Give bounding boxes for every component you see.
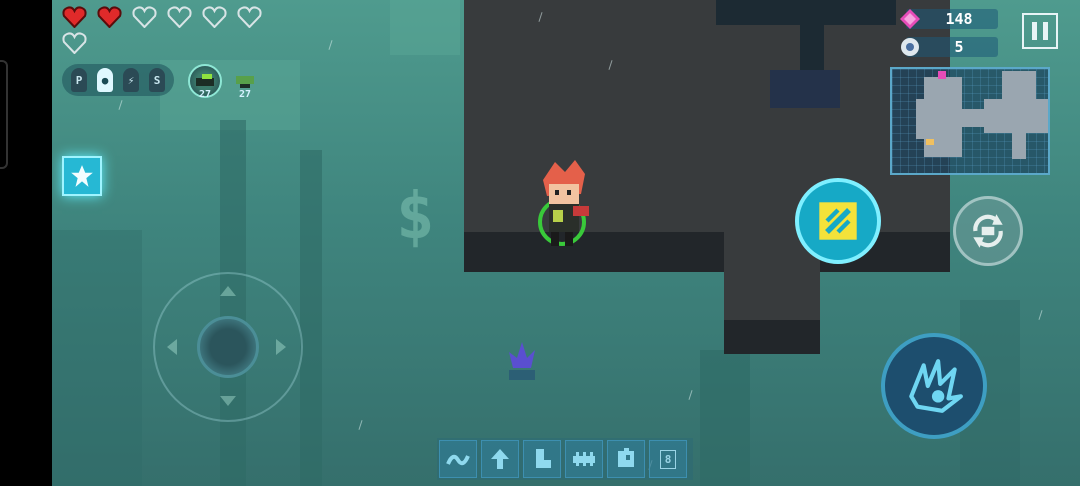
background-foliage (390, 0, 460, 55)
minimap[interactable] (890, 67, 1050, 175)
weapon-swap-button[interactable] (795, 178, 881, 264)
pause-icon (1032, 22, 1037, 40)
heart-empty-icon (132, 6, 157, 28)
heart-empty-icon (237, 6, 262, 28)
hotbar-slot-puzzle[interactable] (607, 440, 645, 478)
background-tree-trunk (700, 350, 750, 486)
dark-tree-roots (770, 70, 840, 108)
weapon-swap-icon (819, 202, 857, 240)
reload-button[interactable] (953, 196, 1023, 266)
follower-slot-1: 27 (188, 64, 222, 100)
arrow-up-icon (491, 449, 509, 469)
reload-cycle-icon (973, 214, 1003, 248)
star-icon (71, 165, 93, 187)
background-tree-trunk (300, 150, 322, 486)
game-viewport[interactable]: $ P ● ⚡ S 27 27 148 5 8 (0, 0, 1080, 486)
item-hotbar: 8 (437, 438, 693, 480)
fence-icon (573, 452, 595, 466)
gem-counter: 148 (900, 9, 998, 29)
dungeon-corridor (724, 238, 820, 328)
health-hearts (62, 6, 277, 54)
follower-slot-2: 27 (228, 64, 262, 100)
hotbar-slot-arrow[interactable] (481, 440, 519, 478)
buff-lightning-icon: ⚡ (123, 68, 139, 92)
hotbar-key-label: 8 (659, 449, 677, 469)
heart-empty-icon (62, 32, 87, 54)
minimap-player-marker (926, 139, 934, 145)
hotbar-slot-wave[interactable] (439, 440, 477, 478)
material-counter: 5 (901, 37, 998, 57)
energy-crystal[interactable] (505, 340, 539, 384)
claw-attack-icon (909, 359, 963, 413)
minimap-portal-marker (938, 71, 946, 79)
buff-status-bar: P ● ⚡ S (62, 64, 174, 96)
hotbar-slot-key[interactable]: 8 (649, 440, 687, 478)
hotbar-slot-fence[interactable] (565, 440, 603, 478)
attack-button[interactable] (881, 333, 987, 439)
hotbar-slot-boot[interactable] (523, 440, 561, 478)
gem-icon (900, 9, 920, 29)
heart-full-icon (97, 6, 122, 28)
puzzle-icon (618, 448, 634, 467)
pause-button[interactable] (1022, 13, 1058, 49)
joystick-right-arrow-icon (276, 339, 286, 355)
player-character (538, 160, 589, 246)
heart-empty-icon (167, 6, 192, 28)
buff-skull-icon: ● (97, 68, 113, 92)
material-core-icon (901, 38, 919, 56)
joystick-left-arrow-icon (167, 339, 177, 355)
joystick-down-arrow-icon (220, 396, 236, 406)
boot-icon (536, 449, 551, 468)
heart-empty-icon (202, 6, 227, 28)
background-dollar-sign: $ (396, 180, 435, 254)
character-skill-button[interactable] (62, 156, 102, 196)
dungeon-floor-ledge (724, 320, 820, 354)
wave-skill-icon (446, 454, 470, 466)
joystick-thumb[interactable] (197, 316, 259, 378)
background-pillar (52, 230, 142, 486)
heart-full-icon (62, 6, 87, 28)
buff-power-icon: P (71, 68, 87, 92)
buff-speed-icon: S (149, 68, 165, 92)
device-bezel (0, 0, 52, 486)
joystick-up-arrow-icon (220, 286, 236, 296)
